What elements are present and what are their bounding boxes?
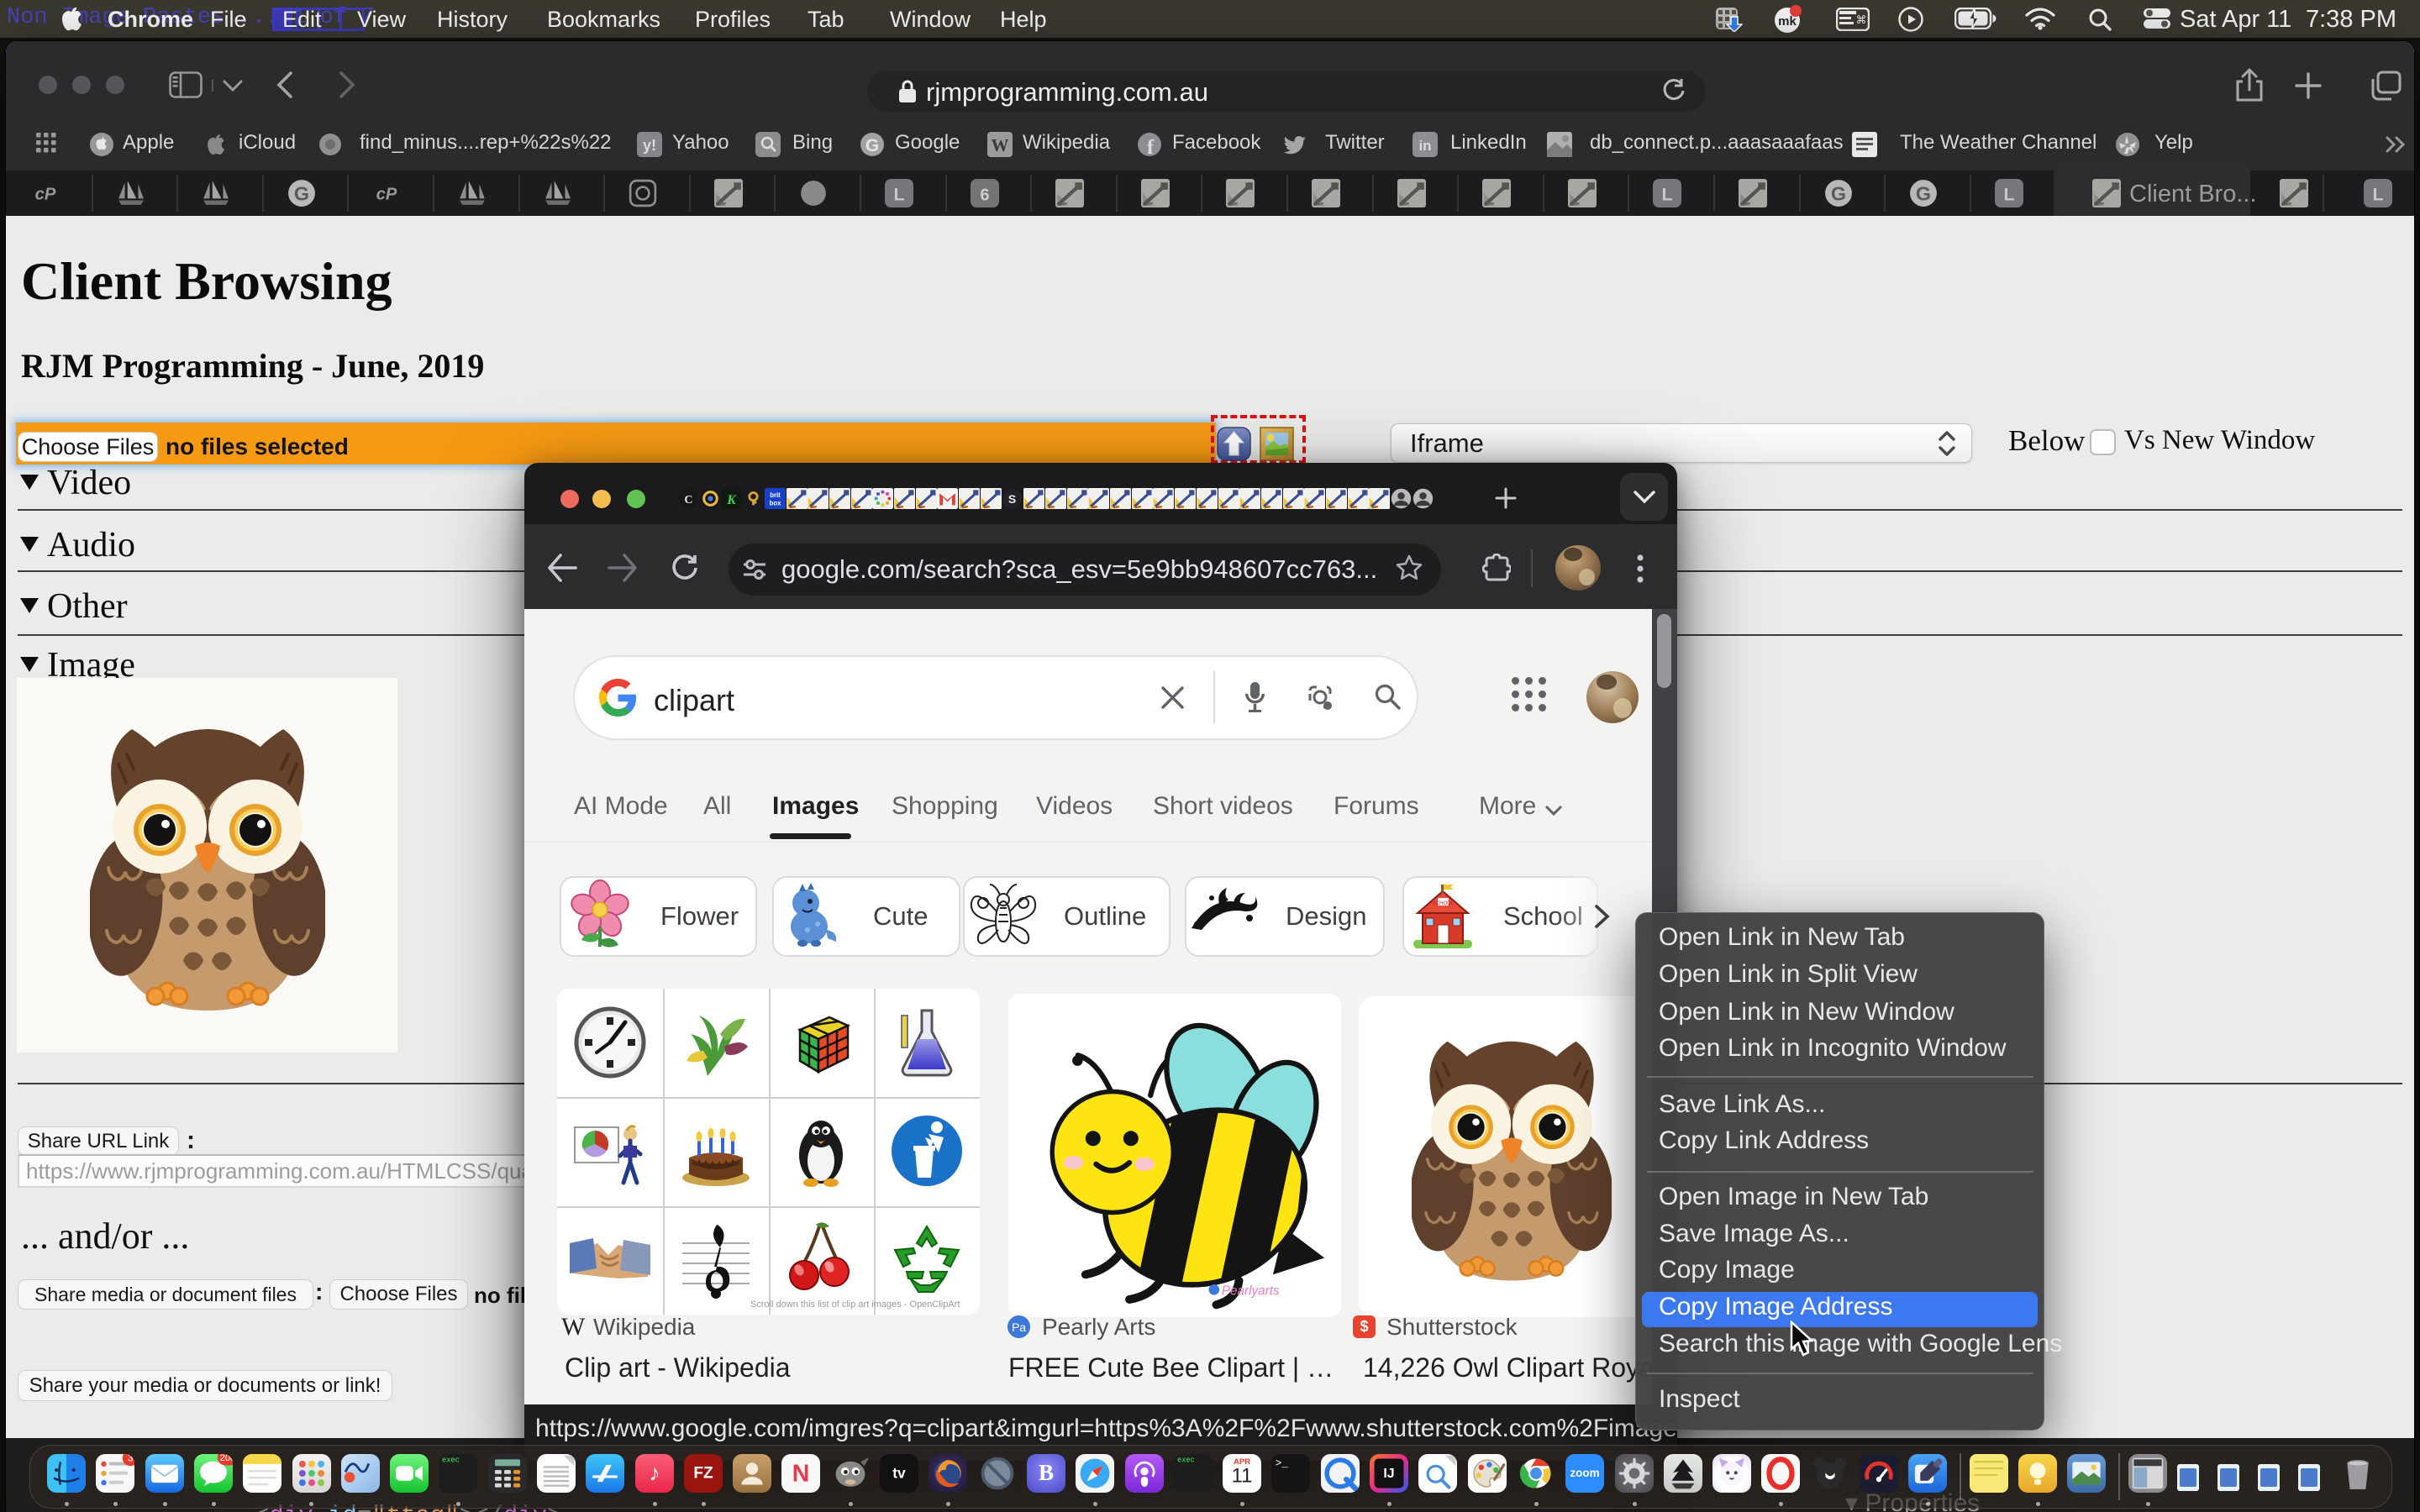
svg-text:C: C xyxy=(684,493,692,507)
svg-text:in: in xyxy=(1418,138,1431,154)
svg-text:Pearlyarts: Pearlyarts xyxy=(1222,1284,1280,1299)
svg-text:f: f xyxy=(1147,137,1155,157)
svg-text:L: L xyxy=(2004,185,2015,205)
svg-text:cP: cP xyxy=(376,185,397,203)
svg-text:L: L xyxy=(1662,185,1673,205)
svg-text:G: G xyxy=(1831,183,1846,205)
svg-text:cP: cP xyxy=(35,185,56,203)
svg-text:SCHOOL: SCHOOL xyxy=(1433,901,1455,906)
svg-text:L: L xyxy=(894,185,905,205)
svg-text:6: 6 xyxy=(980,186,989,205)
svg-text:G: G xyxy=(294,183,309,205)
svg-text:W: W xyxy=(992,135,1009,155)
svg-text:⌘: ⌘ xyxy=(1856,13,1867,26)
svg-text:box: box xyxy=(770,499,782,507)
svg-text:y!: y! xyxy=(643,137,656,154)
svg-text:G: G xyxy=(865,136,879,155)
svg-text:G: G xyxy=(1916,183,1931,205)
svg-text:L: L xyxy=(2373,185,2384,205)
svg-text:S: S xyxy=(1008,492,1016,506)
svg-text:brit: brit xyxy=(770,491,781,499)
svg-text:K: K xyxy=(726,493,737,507)
